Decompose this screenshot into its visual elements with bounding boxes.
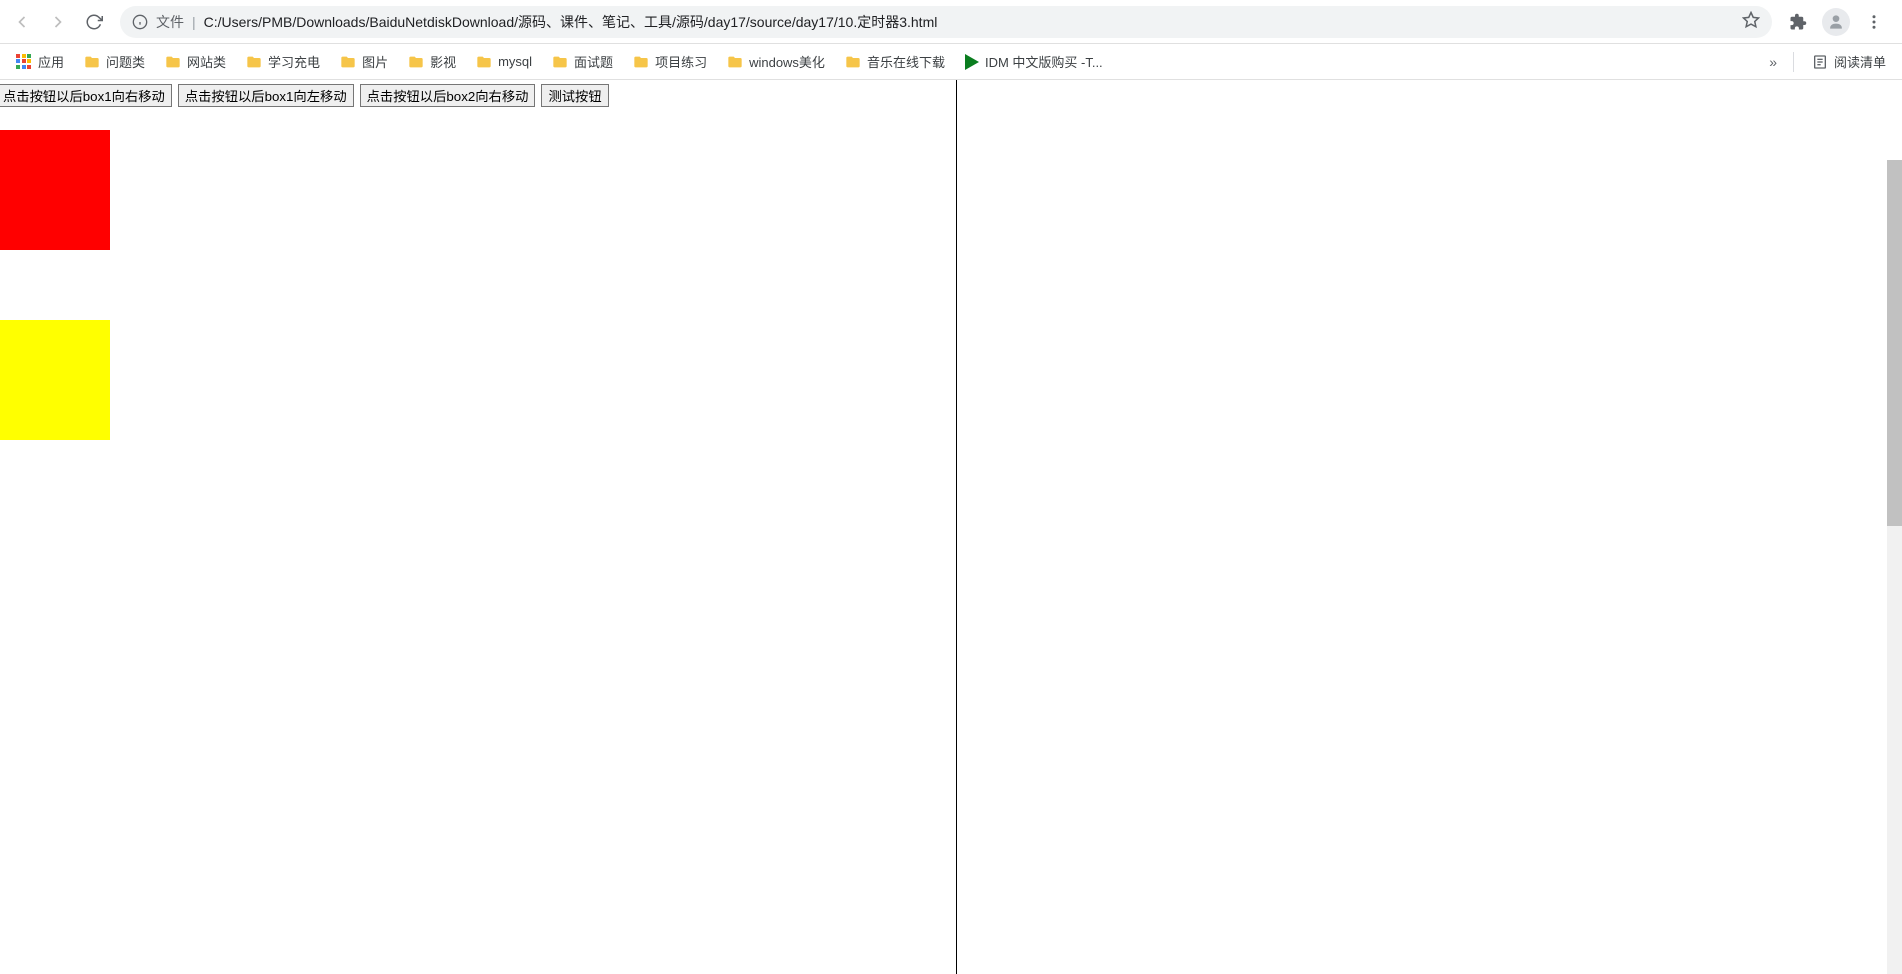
move-box1-right-button[interactable]: 点击按钮以后box1向右移动 (0, 84, 172, 107)
bookmark-folder[interactable]: 音乐在线下载 (837, 48, 953, 75)
apps-label: 应用 (38, 52, 64, 71)
file-scheme-label: 文件 (156, 12, 184, 32)
address-bar[interactable]: 文件 | C:/Users/PMB/Downloads/BaiduNetdisk… (120, 6, 1772, 38)
bookmark-label: 问题类 (106, 52, 145, 71)
star-icon[interactable] (1742, 11, 1760, 32)
move-box2-right-button[interactable]: 点击按钮以后box2向右移动 (360, 84, 536, 107)
bookmark-label: 项目练习 (655, 52, 707, 71)
test-button[interactable]: 测试按钮 (541, 84, 608, 107)
bookmark-idm[interactable]: IDM 中文版购买 -T... (957, 48, 1111, 75)
reload-button[interactable] (78, 6, 110, 38)
button-row: 点击按钮以后box1向右移动 点击按钮以后box1向左移动 点击按钮以后box2… (0, 80, 1902, 111)
site-info-icon[interactable] (132, 14, 148, 30)
move-box1-left-button[interactable]: 点击按钮以后box1向左移动 (178, 84, 354, 107)
reading-list-label: 阅读清单 (1834, 52, 1886, 71)
apps-icon (16, 54, 32, 70)
bookmark-label: 图片 (362, 52, 388, 71)
vertical-line (956, 80, 957, 974)
folder-icon (845, 54, 861, 70)
url-text: C:/Users/PMB/Downloads/BaiduNetdiskDownl… (204, 12, 1734, 32)
box2-yellow (0, 320, 110, 440)
forward-button[interactable] (42, 6, 74, 38)
bookmarks-separator (1793, 52, 1794, 72)
bookmark-folder[interactable]: mysql (468, 50, 540, 74)
bookmark-folder[interactable]: 面试题 (544, 48, 621, 75)
folder-icon (552, 54, 568, 70)
bookmark-label: IDM 中文版购买 -T... (985, 52, 1103, 71)
bookmark-label: 音乐在线下载 (867, 52, 945, 71)
folder-icon (476, 54, 492, 70)
folder-icon (84, 54, 100, 70)
folder-icon (340, 54, 356, 70)
reading-list-button[interactable]: 阅读清单 (1804, 48, 1894, 75)
bookmark-label: 学习充电 (268, 52, 320, 71)
bookmarks-right: » 阅读清单 (1763, 48, 1894, 75)
apps-shortcut[interactable]: 应用 (8, 48, 72, 75)
menu-icon[interactable] (1858, 6, 1890, 38)
reading-list-icon (1812, 54, 1828, 70)
scrollbar-thumb[interactable] (1887, 160, 1902, 526)
bookmark-label: 网站类 (187, 52, 226, 71)
browser-toolbar: 文件 | C:/Users/PMB/Downloads/BaiduNetdisk… (0, 0, 1902, 44)
address-separator: | (192, 14, 196, 30)
bookmark-folder[interactable]: 图片 (332, 48, 396, 75)
vertical-scrollbar[interactable] (1887, 160, 1902, 974)
bookmarks-overflow[interactable]: » (1763, 54, 1783, 70)
bookmark-label: 影视 (430, 52, 456, 71)
folder-icon (408, 54, 424, 70)
folder-icon (246, 54, 262, 70)
box1-red (0, 130, 110, 250)
bookmark-label: 面试题 (574, 52, 613, 71)
bookmark-folder[interactable]: 网站类 (157, 48, 234, 75)
back-button[interactable] (6, 6, 38, 38)
folder-icon (633, 54, 649, 70)
folder-icon (165, 54, 181, 70)
page-content: 点击按钮以后box1向右移动 点击按钮以后box1向左移动 点击按钮以后box2… (0, 80, 1902, 974)
bookmark-folder[interactable]: 影视 (400, 48, 464, 75)
bookmark-folder[interactable]: 项目练习 (625, 48, 715, 75)
bookmark-folder[interactable]: 问题类 (76, 48, 153, 75)
toolbar-right (1782, 6, 1896, 38)
bookmark-folder[interactable]: windows美化 (719, 48, 833, 75)
extensions-icon[interactable] (1782, 6, 1814, 38)
bookmarks-bar: 应用 问题类 网站类 学习充电 图片 影视 mysql 面试题 项目练习 win… (0, 44, 1902, 80)
folder-icon (727, 54, 743, 70)
bookmark-folder[interactable]: 学习充电 (238, 48, 328, 75)
play-icon (965, 54, 979, 70)
profile-avatar[interactable] (1820, 6, 1852, 38)
bookmark-label: windows美化 (749, 52, 825, 71)
bookmark-label: mysql (498, 54, 532, 69)
